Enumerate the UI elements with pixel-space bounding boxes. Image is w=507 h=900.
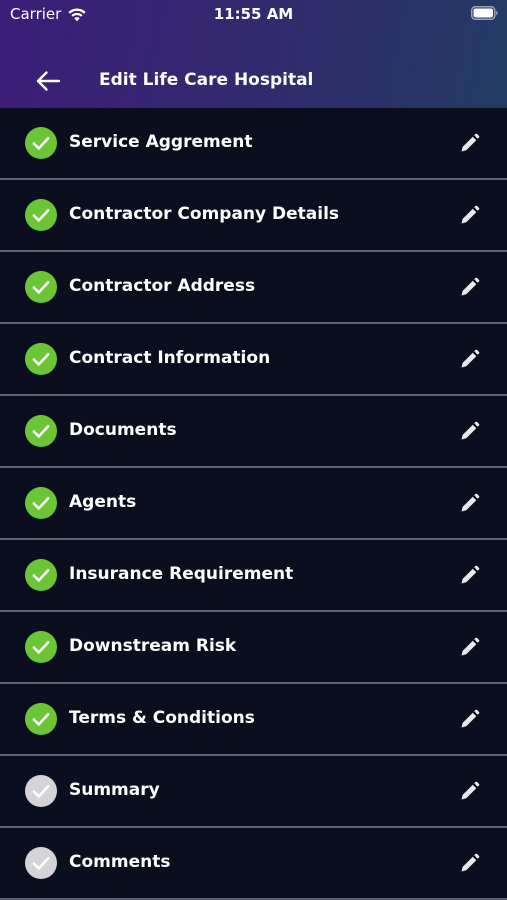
check-circle-icon — [25, 127, 57, 159]
edit-button[interactable] — [455, 704, 485, 734]
check-circle-icon — [25, 631, 57, 663]
back-button[interactable] — [30, 66, 66, 96]
nav-bar: Edit Life Care Hospital — [0, 56, 507, 106]
pencil-icon — [461, 277, 480, 296]
edit-button[interactable] — [455, 344, 485, 374]
section-row-10[interactable]: Summary — [0, 756, 507, 828]
arrow-left-icon — [36, 71, 61, 91]
status-time: 11:55 AM — [213, 5, 294, 23]
section-row-5[interactable]: Documents — [0, 396, 507, 468]
section-row-2[interactable]: Contractor Company Details — [0, 180, 507, 252]
edit-button[interactable] — [455, 488, 485, 518]
section-row-4[interactable]: Contract Information — [0, 324, 507, 396]
pencil-icon — [461, 493, 480, 512]
section-label: Service Aggrement — [69, 132, 253, 152]
section-row-7[interactable]: Insurance Requirement — [0, 540, 507, 612]
section-list: Service Aggrement Contractor Company Det… — [0, 108, 507, 900]
section-label: Terms & Conditions — [69, 708, 255, 728]
edit-button[interactable] — [455, 848, 485, 878]
pencil-icon — [461, 205, 480, 224]
section-label: Contract Information — [69, 348, 271, 368]
pencil-icon — [461, 349, 480, 368]
pencil-icon — [461, 853, 480, 872]
pencil-icon — [461, 133, 480, 152]
check-circle-icon — [25, 775, 57, 807]
check-circle-icon — [25, 343, 57, 375]
section-label: Insurance Requirement — [69, 564, 294, 584]
check-circle-icon — [25, 271, 57, 303]
battery-icon — [471, 6, 498, 20]
check-circle-icon — [25, 703, 57, 735]
section-label: Agents — [69, 492, 137, 512]
section-label: Contractor Address — [69, 276, 256, 296]
section-label: Documents — [69, 420, 177, 440]
edit-button[interactable] — [455, 200, 485, 230]
edit-button[interactable] — [455, 776, 485, 806]
section-row-8[interactable]: Downstream Risk — [0, 612, 507, 684]
check-circle-icon — [25, 559, 57, 591]
section-label: Contractor Company Details — [69, 204, 340, 224]
edit-button[interactable] — [455, 416, 485, 446]
screen: Carrier 11:55 AM Edit Life Care Hospital… — [0, 0, 507, 900]
section-label: Comments — [69, 852, 171, 872]
edit-button[interactable] — [455, 272, 485, 302]
section-row-6[interactable]: Agents — [0, 468, 507, 540]
pencil-icon — [461, 637, 480, 656]
pencil-icon — [461, 421, 480, 440]
pencil-icon — [461, 781, 480, 800]
check-circle-icon — [25, 847, 57, 879]
section-row-11[interactable]: Comments — [0, 828, 507, 900]
check-circle-icon — [25, 487, 57, 519]
section-label: Summary — [69, 780, 160, 800]
edit-button[interactable] — [455, 560, 485, 590]
section-row-9[interactable]: Terms & Conditions — [0, 684, 507, 756]
section-row-1[interactable]: Service Aggrement — [0, 108, 507, 180]
header: Carrier 11:55 AM Edit Life Care Hospital — [0, 0, 507, 108]
pencil-icon — [461, 565, 480, 584]
edit-button[interactable] — [455, 128, 485, 158]
status-bar: Carrier 11:55 AM — [0, 0, 507, 28]
page-title: Edit Life Care Hospital — [99, 70, 314, 90]
section-label: Downstream Risk — [69, 636, 237, 656]
check-circle-icon — [25, 199, 57, 231]
pencil-icon — [461, 709, 480, 728]
section-row-3[interactable]: Contractor Address — [0, 252, 507, 324]
check-circle-icon — [25, 415, 57, 447]
edit-button[interactable] — [455, 632, 485, 662]
